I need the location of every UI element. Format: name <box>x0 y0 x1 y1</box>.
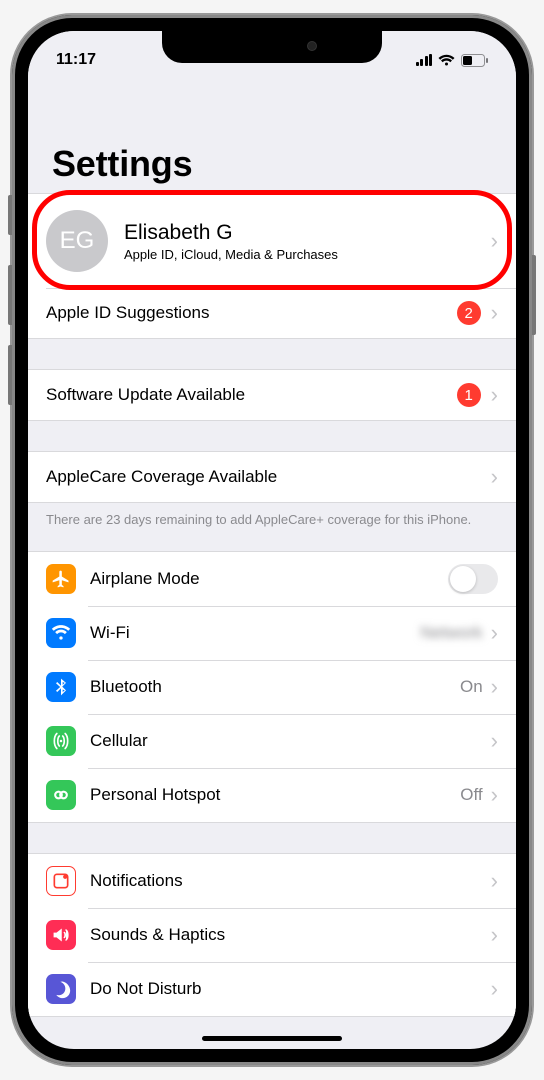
section-gap <box>28 339 516 369</box>
chevron-right-icon: › <box>491 782 498 808</box>
wifi-icon <box>438 54 455 66</box>
wifi-settings-icon <box>46 618 76 648</box>
profile-subtitle: Apple ID, iCloud, Media & Purchases <box>124 247 491 262</box>
chevron-right-icon: › <box>491 728 498 754</box>
notifications-group: Notifications › Sounds & Haptics › Do No… <box>28 853 516 1017</box>
status-indicators <box>416 54 489 67</box>
row-label: Sounds & Haptics <box>90 925 491 945</box>
row-label: Personal Hotspot <box>90 785 460 805</box>
chevron-right-icon: › <box>491 620 498 646</box>
applecare-footer-note: There are 23 days remaining to add Apple… <box>28 503 516 537</box>
phone-notch <box>162 31 382 63</box>
row-label: Wi-Fi <box>90 623 333 643</box>
apple-id-profile-row[interactable]: EG Elisabeth G Apple ID, iCloud, Media &… <box>28 194 516 288</box>
chevron-right-icon: › <box>491 868 498 894</box>
notifications-icon <box>46 866 76 896</box>
sounds-icon <box>46 920 76 950</box>
airplane-mode-row[interactable]: Airplane Mode <box>28 552 516 606</box>
row-label: Apple ID Suggestions <box>46 303 457 323</box>
chevron-right-icon: › <box>491 464 498 490</box>
row-label: Cellular <box>90 731 491 751</box>
applecare-row[interactable]: AppleCare Coverage Available › <box>28 452 516 502</box>
phone-side-button-right <box>532 255 536 335</box>
wifi-network-value: Network <box>333 623 483 643</box>
section-gap <box>28 421 516 451</box>
page-header: Settings <box>28 79 516 193</box>
chevron-right-icon: › <box>491 300 498 326</box>
home-indicator[interactable] <box>202 1036 342 1041</box>
notification-badge: 1 <box>457 383 481 407</box>
section-gap <box>28 537 516 551</box>
airplane-icon <box>46 564 76 594</box>
row-label: Notifications <box>90 871 491 891</box>
chevron-right-icon: › <box>491 674 498 700</box>
software-update-row[interactable]: Software Update Available 1 › <box>28 370 516 420</box>
row-label: Bluetooth <box>90 677 460 697</box>
cellular-signal-icon <box>416 54 433 66</box>
section-gap <box>28 823 516 853</box>
chevron-right-icon: › <box>491 976 498 1002</box>
bluetooth-row[interactable]: Bluetooth On › <box>28 660 516 714</box>
chevron-right-icon: › <box>491 228 498 254</box>
cellular-row[interactable]: Cellular › <box>28 714 516 768</box>
do-not-disturb-row[interactable]: Do Not Disturb › <box>28 962 516 1016</box>
avatar: EG <box>46 210 108 272</box>
status-time: 11:17 <box>56 51 96 69</box>
row-label: Airplane Mode <box>90 569 448 589</box>
connectivity-group: Airplane Mode Wi-Fi Network › Bluetooth … <box>28 551 516 823</box>
hotspot-value: Off <box>460 785 482 805</box>
phone-screen: 11:17 Settings EG Elisabeth G <box>28 31 516 1049</box>
dnd-moon-icon <box>46 974 76 1004</box>
personal-hotspot-row[interactable]: Personal Hotspot Off › <box>28 768 516 822</box>
applecare-group: AppleCare Coverage Available › <box>28 451 516 503</box>
notification-badge: 2 <box>457 301 481 325</box>
hotspot-icon <box>46 780 76 810</box>
airplane-mode-toggle[interactable] <box>448 564 498 594</box>
chevron-right-icon: › <box>491 922 498 948</box>
wifi-row[interactable]: Wi-Fi Network › <box>28 606 516 660</box>
bluetooth-value: On <box>460 677 483 697</box>
software-update-group: Software Update Available 1 › <box>28 369 516 421</box>
sounds-haptics-row[interactable]: Sounds & Haptics › <box>28 908 516 962</box>
battery-icon <box>461 54 488 67</box>
bluetooth-icon <box>46 672 76 702</box>
phone-side-buttons-left <box>8 195 12 235</box>
notifications-row[interactable]: Notifications › <box>28 854 516 908</box>
profile-group: EG Elisabeth G Apple ID, iCloud, Media &… <box>28 193 516 339</box>
apple-id-suggestions-row[interactable]: Apple ID Suggestions 2 › <box>28 288 516 338</box>
chevron-right-icon: › <box>491 382 498 408</box>
row-label: AppleCare Coverage Available <box>46 467 491 487</box>
cellular-icon <box>46 726 76 756</box>
row-label: Software Update Available <box>46 385 457 405</box>
phone-frame: 11:17 Settings EG Elisabeth G <box>12 15 532 1065</box>
row-label: Do Not Disturb <box>90 979 491 999</box>
page-title: Settings <box>52 143 492 185</box>
profile-name: Elisabeth G <box>124 220 491 245</box>
